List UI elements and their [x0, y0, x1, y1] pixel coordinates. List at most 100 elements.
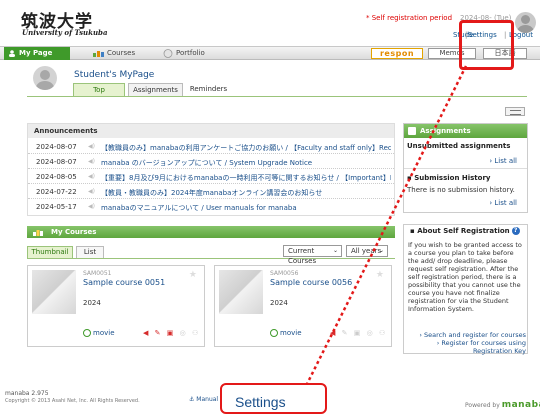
assignments-panel-title: Assignments: [420, 127, 471, 135]
announcement-title[interactable]: 【重要】8月及び9月におけるmanabaの一時利用不可等に関するお知らせ / 【…: [101, 173, 391, 183]
powered-by-label: Powered by: [465, 402, 500, 409]
tab-reminders[interactable]: Reminders: [185, 83, 232, 96]
tab-list[interactable]: List: [76, 246, 104, 258]
people-icon[interactable]: ⚇: [192, 329, 200, 337]
assignments-panel: Assignments Unsubmitted assignments › Li…: [403, 123, 528, 213]
footer-copyright: Copyright © 2013 Asahi Net, Inc. All Rig…: [5, 398, 140, 404]
announcement-row[interactable]: 2024-08-07 ◀) manaba のバージョンアップについて / Sys…: [28, 154, 394, 169]
movie-link[interactable]: movie: [270, 329, 302, 337]
person-icon: [9, 50, 15, 57]
user-avatar[interactable]: [515, 12, 536, 33]
powered-by-manaba: Powered by manaba: [465, 400, 540, 410]
announcements-panel: Announcements 2024-08-07 ◀) 【教職員のみ】manab…: [27, 123, 395, 216]
nav-tab-mypage[interactable]: My Page: [4, 47, 70, 60]
courses-icon: [33, 230, 43, 236]
announcement-icon[interactable]: ◀: [143, 329, 150, 337]
tab-thumbnail[interactable]: Thumbnail: [27, 246, 73, 258]
callout-label: Settings: [235, 394, 286, 410]
assignments-panel-header: Assignments: [404, 124, 527, 138]
course-status-icons: ◀ ✎ ▣ ◎ ⚇: [143, 329, 200, 337]
tab-assignments[interactable]: Assignments: [128, 83, 183, 96]
speaker-icon: ◀): [88, 143, 95, 150]
announcement-title[interactable]: manabaのマニュアルについて / User manuals for mana…: [101, 203, 391, 213]
nav-tab-mypage-label: My Page: [19, 49, 53, 57]
self-registration-notice: * Self registration period: [366, 14, 453, 22]
people-icon[interactable]: ⚇: [379, 329, 387, 337]
portfolio-icon: [163, 49, 173, 58]
announcement-row[interactable]: 2024-08-07 ◀) 【教職員のみ】manabaの利用アンケートご協力のお…: [28, 139, 394, 154]
layout-toggle-button[interactable]: [505, 107, 525, 116]
course-card[interactable]: SAM0056 Sample course 0056 ★ 2024 movie …: [214, 265, 392, 347]
grades-icon[interactable]: ◎: [367, 329, 375, 337]
courses-icon: [93, 51, 104, 57]
divider: [404, 168, 527, 169]
respon-label: respon: [379, 49, 415, 58]
course-thumbnail[interactable]: [219, 270, 263, 314]
announcement-row[interactable]: 2024-08-05 ◀) 【重要】8月及び9月におけるmanabaの一時利用不…: [28, 169, 394, 184]
settings-highlight-box: [459, 20, 514, 70]
register-with-key-link[interactable]: › Register for courses using Registratio…: [414, 339, 526, 355]
about-panel-title: About Self Registration: [417, 227, 510, 235]
announcement-icon[interactable]: ◀: [330, 329, 337, 337]
view-tab-divider: [27, 258, 395, 259]
nav-tab-courses[interactable]: Courses: [85, 47, 147, 60]
announcement-title[interactable]: manaba のバージョンアップについて / System Upgrade No…: [101, 158, 391, 168]
course-filter-value: Current Courses: [288, 247, 317, 265]
footer-manual-link[interactable]: ⚓ Manual: [189, 396, 218, 403]
announcement-title[interactable]: 【教職員のみ】manabaの利用アンケートご協力のお願い / 【Faculty …: [101, 143, 391, 153]
course-status-icons: ◀ ✎ ▣ ◎ ⚇: [330, 329, 387, 337]
respon-button[interactable]: respon: [371, 48, 423, 59]
unsubmitted-title: Unsubmitted assignments: [407, 142, 511, 150]
report-icon[interactable]: ▣: [167, 329, 176, 337]
course-name-link[interactable]: Sample course 0051: [83, 278, 165, 287]
submission-history-label: Submission History: [414, 174, 491, 182]
nav-tab-courses-label: Courses: [107, 49, 136, 57]
tab-top[interactable]: Top: [73, 83, 125, 96]
search-register-courses-link[interactable]: › Search and register for courses: [414, 331, 526, 339]
about-panel-header: ▪ About Self Registration?: [404, 225, 527, 237]
speaker-icon: ◀): [88, 188, 95, 195]
course-code: SAM0056: [270, 270, 299, 277]
course-year: 2024: [83, 299, 101, 307]
submission-history-title: ▪ Submission History: [407, 174, 491, 182]
star-icon[interactable]: ★: [189, 270, 197, 280]
announcement-row[interactable]: 2024-05-17 ◀) manabaのマニュアルについて / User ma…: [28, 199, 394, 214]
page-title: Student's MyPage: [74, 70, 155, 80]
footer-version: manaba 2.975: [5, 390, 49, 397]
star-icon[interactable]: ★: [376, 270, 384, 280]
announcements-header: Announcements: [28, 124, 394, 138]
announcement-row[interactable]: 2024-07-22 ◀) 【教員・教職員のみ】2024年度manabaオンライ…: [28, 184, 394, 199]
speaker-icon: ◀): [88, 203, 95, 210]
my-courses-title: My Courses: [51, 228, 97, 236]
announcement-date: 2024-07-22: [36, 188, 77, 196]
list-all-history-link[interactable]: › List all: [489, 199, 517, 207]
announcement-title[interactable]: 【教員・教職員のみ】2024年度manabaオンライン講習会のお知らせ: [101, 188, 391, 198]
chevron-down-icon: ⌄: [332, 247, 338, 254]
search-register-label: Search and register for courses: [424, 331, 526, 339]
announcement-date: 2024-08-07: [36, 158, 77, 166]
manaba-logo: manaba: [501, 400, 540, 410]
assignment-icon[interactable]: ✎: [155, 329, 163, 337]
help-icon[interactable]: ?: [511, 227, 520, 235]
assignment-icon[interactable]: ✎: [342, 329, 350, 337]
footer-manual-label: Manual: [196, 396, 219, 403]
my-courses-header: My Courses: [27, 226, 395, 238]
announcement-date: 2024-05-17: [36, 203, 77, 211]
movie-link[interactable]: movie: [83, 329, 115, 337]
report-icon[interactable]: ▣: [354, 329, 363, 337]
chevron-down-icon: ⌄: [378, 247, 384, 254]
year-filter-select[interactable]: All years ⌄: [346, 245, 388, 257]
nav-tab-portfolio-label: Portfolio: [176, 49, 205, 57]
course-card[interactable]: SAM0051 Sample course 0051 ★ 2024 movie …: [27, 265, 205, 347]
course-name-link[interactable]: Sample course 0056: [270, 278, 352, 287]
student-avatar: [33, 66, 57, 90]
grades-icon[interactable]: ◎: [180, 329, 188, 337]
nav-tab-portfolio[interactable]: Portfolio: [155, 47, 217, 60]
course-filter-select[interactable]: Current Courses ⌄: [283, 245, 342, 265]
list-all-unsubmitted-link[interactable]: › List all: [489, 157, 517, 165]
university-logo-subtitle: University of Tsukuba: [22, 28, 108, 37]
submission-history-text: There is no submission history.: [407, 186, 515, 194]
course-thumbnail[interactable]: [32, 270, 76, 314]
assignment-icon: [408, 127, 416, 135]
about-panel-text: If you wish to be granted access to a co…: [408, 241, 522, 313]
